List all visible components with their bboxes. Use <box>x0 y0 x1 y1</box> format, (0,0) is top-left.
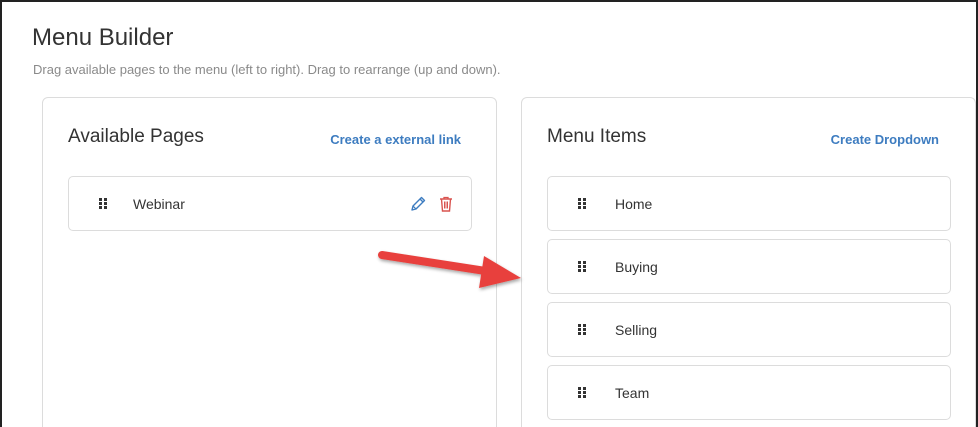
menu-builder-window: Menu Builder Drag available pages to the… <box>0 0 978 427</box>
menu-items-panel: Menu Items Create Dropdown Home Buying S… <box>521 97 976 427</box>
drag-handle-icon[interactable] <box>578 324 588 336</box>
menu-item-label: Selling <box>615 322 658 338</box>
menu-item-label: Team <box>615 385 650 401</box>
drag-handle-icon[interactable] <box>578 198 588 210</box>
drag-handle-icon[interactable] <box>99 198 109 210</box>
menu-item[interactable]: Selling <box>547 302 951 357</box>
menu-items-title: Menu Items <box>547 126 647 147</box>
available-pages-title: Available Pages <box>68 126 204 147</box>
page-subtitle: Drag available pages to the menu (left t… <box>33 62 501 77</box>
arrow-icon <box>378 251 521 288</box>
menu-item-label: Buying <box>615 259 658 275</box>
drag-handle-icon[interactable] <box>578 261 588 273</box>
available-page-label: Webinar <box>133 196 185 212</box>
trash-icon[interactable] <box>437 195 455 213</box>
menu-item-label: Home <box>615 196 653 212</box>
menu-item[interactable]: Team <box>547 365 951 420</box>
create-external-link-button[interactable]: Create a external link <box>330 132 461 147</box>
menu-item[interactable]: Home <box>547 176 951 231</box>
menu-item[interactable]: Buying <box>547 239 951 294</box>
drag-handle-icon[interactable] <box>578 387 588 399</box>
available-page-item[interactable]: Webinar <box>68 176 472 231</box>
pencil-icon[interactable] <box>409 195 427 213</box>
create-dropdown-button[interactable]: Create Dropdown <box>831 132 939 147</box>
page-title: Menu Builder <box>32 24 174 51</box>
